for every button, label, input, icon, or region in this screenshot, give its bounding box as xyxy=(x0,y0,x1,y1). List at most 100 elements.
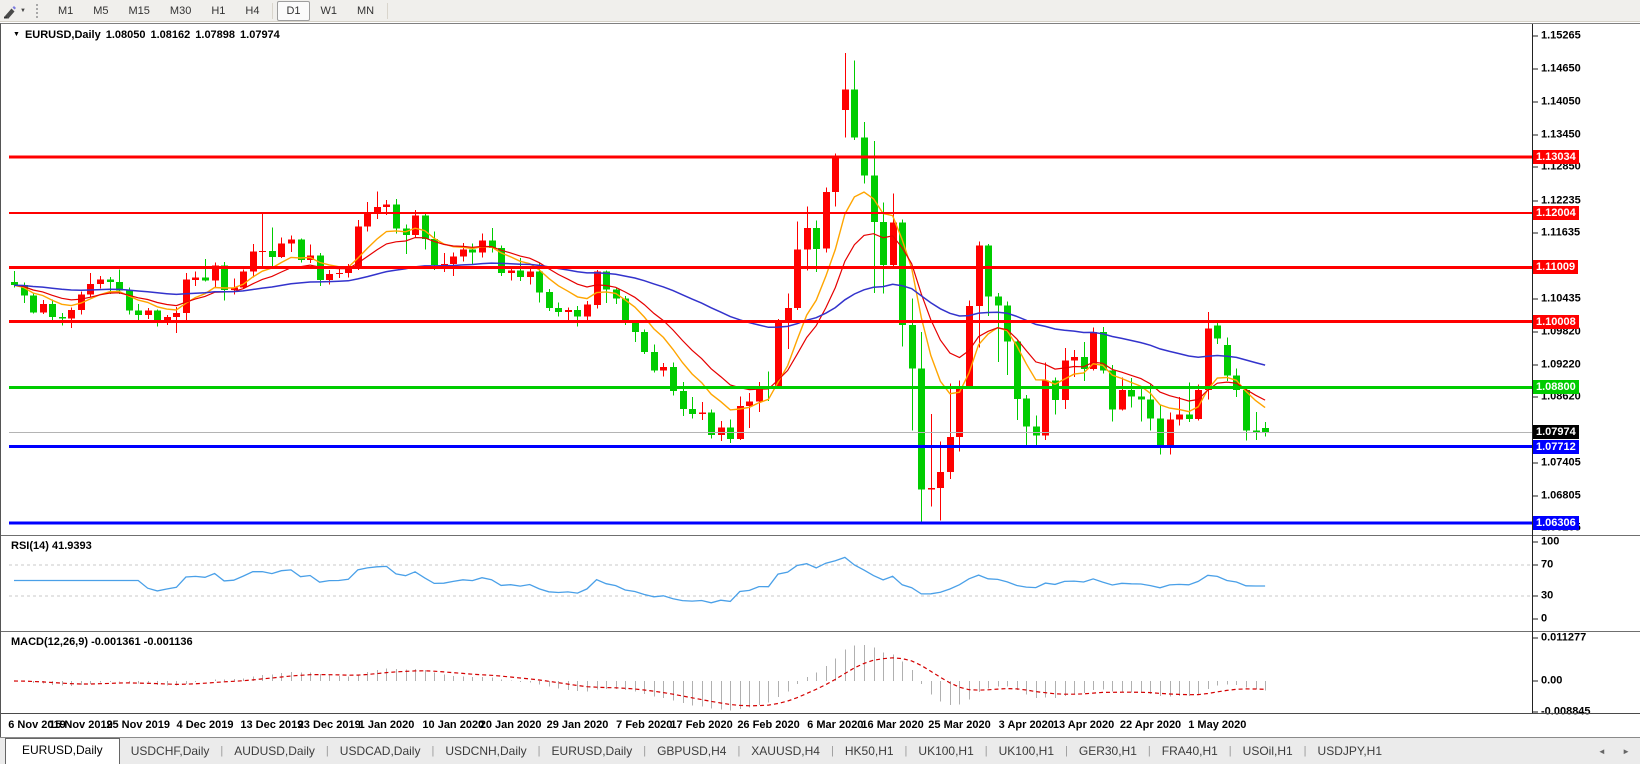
chart-tab-GBPUSD-H4[interactable]: GBPUSD,H4 xyxy=(646,740,737,764)
candlestick-series xyxy=(11,53,1269,521)
chart-tab-UK100-H1[interactable]: UK100,H1 xyxy=(988,740,1065,764)
toolbar-separator xyxy=(387,3,388,19)
timeframe-toolbar: M1M5M15M30H1H4 D1W1MN xyxy=(48,0,391,21)
chart-tab-HK50-H1[interactable]: HK50,H1 xyxy=(834,740,905,764)
macd-axis[interactable]: 0.0112770.00-0.008845 xyxy=(1532,633,1640,713)
toolbar-separator xyxy=(272,3,273,19)
timeframe-button-M5[interactable]: M5 xyxy=(84,1,117,21)
axis-tick-mark xyxy=(1533,542,1538,543)
chart-tab-USDJPY-H1[interactable]: USDJPY,H1 xyxy=(1307,740,1393,764)
chart-tab-FRA40-H1[interactable]: FRA40,H1 xyxy=(1151,740,1229,764)
axis-tick-mark xyxy=(1533,298,1538,299)
date-axis-label: 17 Feb 2020 xyxy=(670,719,732,731)
date-axis-label: 4 Dec 2019 xyxy=(177,719,234,731)
axis-tick-mark xyxy=(1533,331,1538,332)
date-axis-label: 29 Jan 2020 xyxy=(547,719,609,731)
chart-tab-USOil-H1[interactable]: USOil,H1 xyxy=(1232,740,1304,764)
axis-tick-mark xyxy=(1533,102,1538,103)
ohlc-high: 1.08162 xyxy=(151,29,191,41)
price-line-label: 1.11009 xyxy=(1533,260,1578,274)
chart-tab-USDCAD-Daily[interactable]: USDCAD,Daily xyxy=(329,740,432,764)
rsi-axis-tick: 70 xyxy=(1532,559,1553,572)
axis-tick-mark xyxy=(1533,463,1538,464)
date-axis[interactable]: 6 Nov 201915 Nov 201925 Nov 20194 Dec 20… xyxy=(1,713,1640,738)
chart-tab-USDCNH-Daily[interactable]: USDCNH,Daily xyxy=(434,740,537,764)
timeframe-button-M15[interactable]: M15 xyxy=(120,1,159,21)
main-chart-svg xyxy=(1,24,1532,535)
ohlc-close: 1.07974 xyxy=(240,29,280,41)
price-line-label: 1.06306 xyxy=(1533,516,1579,530)
timeframe-button-D1[interactable]: D1 xyxy=(277,1,309,21)
axis-tick-mark xyxy=(1533,681,1538,682)
current-price-label: 1.07974 xyxy=(1533,425,1579,439)
macd-svg xyxy=(1,633,1532,713)
macd-axis-tick: 0.011277 xyxy=(1532,631,1586,644)
main-chart-canvas[interactable] xyxy=(1,24,1532,535)
timeframe-button-H1[interactable]: H1 xyxy=(202,1,234,21)
toolbar-grip[interactable] xyxy=(36,4,40,18)
chart-tab-USDCHF-Daily[interactable]: USDCHF,Daily xyxy=(120,740,221,764)
chart-info-line: ▼EURUSD,Daily1.080501.081621.078981.0797… xyxy=(13,29,280,41)
moving-average-line-ma-medium xyxy=(14,234,1265,401)
macd-axis-tick: 0.00 xyxy=(1532,675,1562,688)
chart-tab-EURUSD-Daily[interactable]: EURUSD,Daily xyxy=(541,740,644,764)
toolbar: ▼ M1M5M15M30H1H4 D1W1MN xyxy=(0,0,1640,22)
tab-scroll-nav: ◄ ► xyxy=(1584,747,1630,756)
chart-tab-XAUUSD-H4[interactable]: XAUUSD,H4 xyxy=(740,740,831,764)
chevron-down-icon[interactable]: ▼ xyxy=(20,8,26,14)
axis-tick-mark xyxy=(1533,364,1538,365)
axis-tick-mark xyxy=(1533,619,1538,620)
date-axis-label: 26 Feb 2020 xyxy=(737,719,799,731)
moving-average-line-ma-slow xyxy=(14,263,1265,365)
timeframe-button-M1[interactable]: M1 xyxy=(49,1,82,21)
date-axis-label: 22 Apr 2020 xyxy=(1120,719,1181,731)
chart-tabs-bar: EURUSD,DailyUSDCHF,Daily|AUDUSD,Daily|US… xyxy=(0,737,1640,764)
date-axis-label: 13 Dec 2019 xyxy=(240,719,303,731)
chart-tabs: EURUSD,DailyUSDCHF,Daily|AUDUSD,Daily|US… xyxy=(0,738,1640,764)
date-axis-label: 20 Jan 2020 xyxy=(480,719,542,731)
axis-tick-mark xyxy=(1533,495,1538,496)
tab-scroll-left-button[interactable]: ◄ xyxy=(1598,747,1606,756)
symbol-dropdown-icon[interactable]: ▼ xyxy=(13,31,20,38)
axis-tick-mark xyxy=(1533,134,1538,135)
tab-scroll-right-button[interactable]: ► xyxy=(1622,747,1630,756)
horizontal-price-lines xyxy=(9,156,1532,525)
date-axis-label: 1 Jan 2020 xyxy=(359,719,415,731)
chart-tools-icon xyxy=(2,3,18,19)
chart-tab-GER30-H1[interactable]: GER30,H1 xyxy=(1068,740,1148,764)
price-axis-tick: 1.10435 xyxy=(1532,292,1581,305)
axis-tick-mark xyxy=(1533,595,1538,596)
moving-average-line-ma-fast xyxy=(14,192,1265,412)
price-axis-tick: 1.06805 xyxy=(1532,489,1581,502)
ohlc-low: 1.07898 xyxy=(195,29,235,41)
macd-pane[interactable]: MACD(12,26,9) -0.001361 -0.001136 xyxy=(1,633,1532,713)
date-axis-label: 1 May 2020 xyxy=(1188,719,1246,731)
price-axis-tick: 1.09220 xyxy=(1532,358,1581,371)
price-line-label: 1.12004 xyxy=(1533,206,1579,220)
chart-tab-EURUSD-Daily[interactable]: EURUSD,Daily xyxy=(5,738,120,764)
chart-tools-button[interactable]: ▼ xyxy=(0,0,32,21)
axis-tick-mark xyxy=(1533,233,1538,234)
timeframe-button-W1[interactable]: W1 xyxy=(312,1,347,21)
price-line-label: 1.08800 xyxy=(1533,380,1579,394)
price-axis-tick: 1.14050 xyxy=(1532,96,1581,109)
chart-symbol-period: EURUSD,Daily xyxy=(25,29,101,41)
rsi-pane[interactable]: RSI(14) 41.9393 xyxy=(1,537,1532,631)
timeframe-button-MN[interactable]: MN xyxy=(348,1,383,21)
chart-tab-UK100-H1[interactable]: UK100,H1 xyxy=(907,740,984,764)
timeframe-button-H4[interactable]: H4 xyxy=(236,1,268,21)
price-axis-tick: 1.14650 xyxy=(1532,63,1581,76)
date-axis-label: 25 Nov 2019 xyxy=(106,719,170,731)
axis-tick-mark xyxy=(1533,69,1538,70)
price-axis-tick: 1.13450 xyxy=(1532,128,1581,141)
axis-tick-mark xyxy=(1533,200,1538,201)
date-axis-label: 25 Mar 2020 xyxy=(928,719,990,731)
price-axis-tick: 1.11635 xyxy=(1532,227,1580,240)
axis-tick-mark xyxy=(1533,397,1538,398)
rsi-levels xyxy=(9,565,1532,596)
price-axis-tick: 1.07405 xyxy=(1532,457,1581,470)
timeframe-button-M30[interactable]: M30 xyxy=(161,1,200,21)
chart-tab-AUDUSD-Daily[interactable]: AUDUSD,Daily xyxy=(223,740,326,764)
rsi-axis[interactable]: 10070300 xyxy=(1532,537,1640,631)
price-line-label: 1.07712 xyxy=(1533,440,1579,454)
